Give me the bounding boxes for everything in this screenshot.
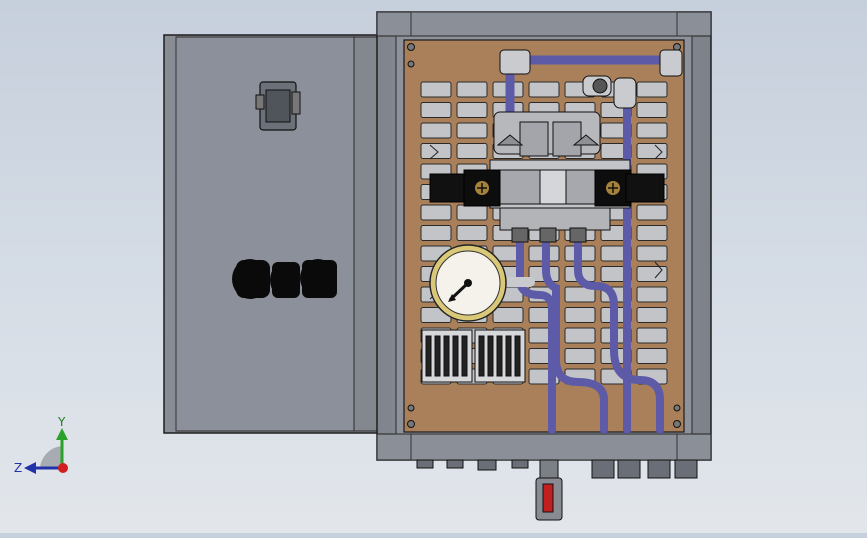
cad-viewport[interactable]: Y Z [0, 0, 867, 533]
ball-valve-icon[interactable] [535, 459, 563, 521]
terminal-block-right[interactable] [474, 329, 526, 383]
y-axis-label: Y [57, 415, 66, 429]
z-axis-label: Z [14, 461, 22, 475]
pressure-gauge-icon[interactable] [429, 244, 507, 322]
orientation-triad: Y Z [14, 415, 68, 475]
solenoid-coil-right[interactable] [594, 169, 665, 207]
door-latch-icon [255, 81, 301, 131]
enclosure-model[interactable]: Y Z [0, 0, 867, 533]
solenoid-coil-left[interactable] [429, 169, 501, 207]
terminal-block-left[interactable] [421, 329, 473, 383]
door-lock-icon [232, 259, 337, 299]
x-axis-marker [58, 463, 68, 473]
